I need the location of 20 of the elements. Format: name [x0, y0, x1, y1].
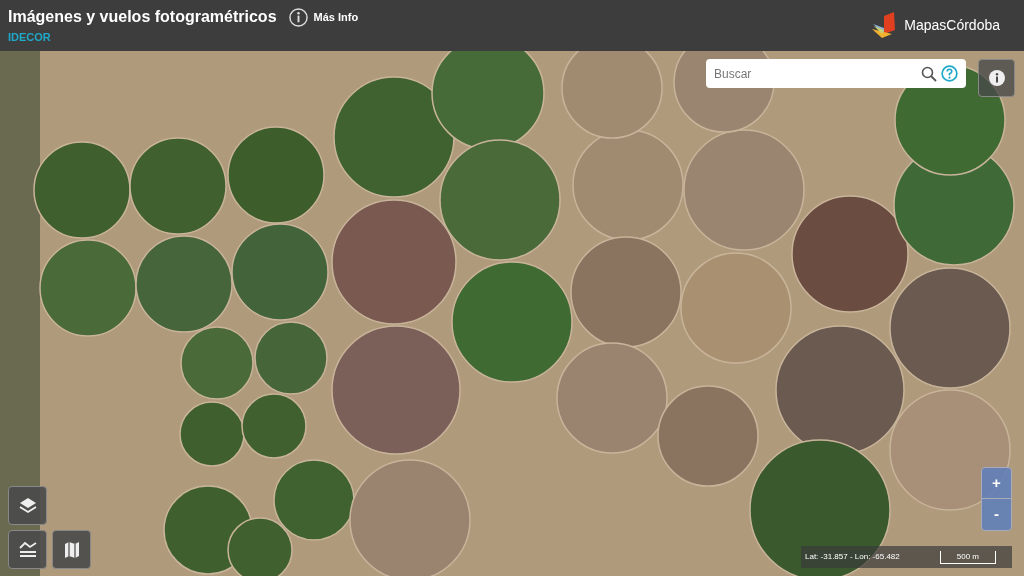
layers-icon	[17, 495, 38, 516]
more-info-link[interactable]: Más Info	[288, 7, 359, 27]
chart-button[interactable]	[8, 530, 47, 569]
search-icon[interactable]	[921, 65, 937, 82]
zoom-out-button[interactable]: -	[982, 499, 1011, 530]
info-button[interactable]	[978, 59, 1015, 97]
search-bar[interactable]: Buscar	[706, 59, 966, 88]
logo-text: MapasCórdoba	[904, 16, 1000, 35]
info-icon	[988, 70, 1005, 86]
zoom-in-button[interactable]: +	[982, 468, 1011, 499]
coordinates-text: Lat: -31.857 - Lon: -65.482	[805, 551, 900, 563]
layers-button[interactable]	[8, 486, 47, 525]
map-icon	[63, 540, 80, 559]
page-title: Imágenes y vuelos fotogramétricos	[8, 7, 277, 28]
search-field[interactable]: Buscar	[714, 64, 917, 83]
info-icon	[288, 7, 308, 27]
scale-bar: 500 m	[939, 550, 996, 564]
map-button[interactable]	[52, 530, 91, 569]
terrain-profile-icon	[17, 540, 38, 559]
page-subtitle: IDECOR	[8, 30, 52, 46]
